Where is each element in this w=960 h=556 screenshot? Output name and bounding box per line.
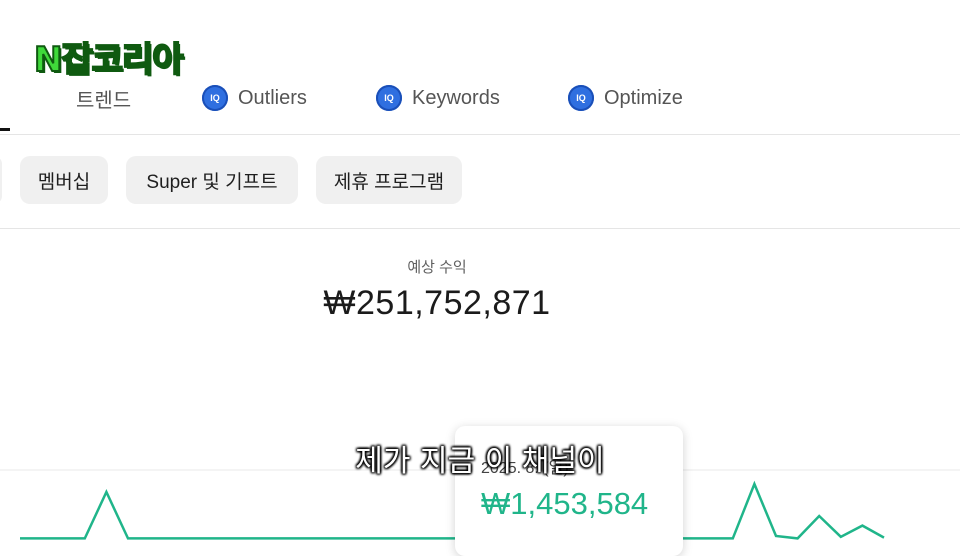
tooltip-value: ₩1,453,584 xyxy=(481,486,649,521)
top-tab-bar: 트렌드 IQ Outliers IQ Keywords IQ Optimize xyxy=(0,70,960,135)
tab-outliers[interactable]: IQ Outliers xyxy=(202,84,307,112)
tab-trend-label: 트렌드 xyxy=(76,89,132,112)
revenue-source-chips: 멤버십 Super 및 기프트 제휴 프로그램 xyxy=(0,156,960,204)
estimated-revenue-label: 예상 수익 xyxy=(407,259,467,276)
vidiq-icon: IQ xyxy=(202,85,228,111)
section-divider xyxy=(0,228,960,229)
active-tab-indicator xyxy=(0,128,10,131)
tab-keywords-label: Keywords xyxy=(412,86,500,109)
vidiq-icon: IQ xyxy=(376,85,402,111)
estimated-revenue-value: ₩251,752,871 xyxy=(323,284,551,322)
chart-series-line xyxy=(20,480,885,540)
tab-outliers-label: Outliers xyxy=(238,86,307,109)
tab-keywords[interactable]: IQ Keywords xyxy=(376,84,500,112)
video-subtitle: 제가 지금 이 채널이 xyxy=(355,444,605,479)
vidiq-icon: IQ xyxy=(568,85,594,111)
tab-optimize[interactable]: IQ Optimize xyxy=(568,84,683,112)
chip-offscreen[interactable] xyxy=(0,156,2,204)
chip-membership[interactable]: 멤버십 xyxy=(20,156,108,204)
tab-trend[interactable]: 트렌드 xyxy=(76,84,131,112)
tab-optimize-label: Optimize xyxy=(604,86,683,109)
chip-super-gifts[interactable]: Super 및 기프트 xyxy=(126,156,298,204)
chip-affiliate[interactable]: 제휴 프로그램 xyxy=(316,156,462,204)
